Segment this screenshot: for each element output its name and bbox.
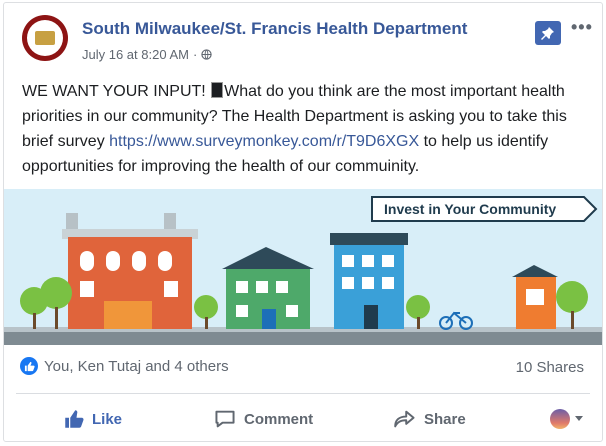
emoji-icon bbox=[211, 82, 224, 98]
more-options-icon[interactable]: ••• bbox=[571, 17, 593, 38]
reaction-selector[interactable] bbox=[550, 409, 584, 429]
action-bar: Like Comment Share bbox=[4, 401, 602, 437]
shares-count[interactable]: 10 Shares bbox=[516, 359, 584, 376]
reactions-summary[interactable]: You, Ken Tutaj and 4 others bbox=[20, 357, 229, 375]
comment-label: Comment bbox=[244, 410, 314, 428]
user-avatar bbox=[550, 409, 570, 429]
like-label: Like bbox=[92, 410, 123, 428]
comment-button[interactable]: Comment bbox=[214, 409, 354, 429]
page-avatar[interactable] bbox=[22, 15, 68, 61]
post-meta: July 16 at 8:20 AM · bbox=[82, 47, 212, 62]
health-department-seal-logo bbox=[27, 20, 63, 56]
like-reaction-icon bbox=[20, 357, 38, 375]
page-name-link[interactable]: South Milwaukee/St. Francis Health Depar… bbox=[82, 19, 467, 39]
survey-link[interactable]: https://www.surveymonkey.com/r/T9D6XGX bbox=[109, 133, 419, 150]
comment-icon bbox=[215, 410, 235, 428]
actions-divider bbox=[16, 393, 590, 394]
reactions-text[interactable]: You, Ken Tutaj and 4 others bbox=[44, 358, 229, 375]
post-image[interactable]: Invest in Your Community bbox=[4, 189, 602, 345]
post-text-intro: WE WANT YOUR INPUT! bbox=[22, 83, 211, 100]
share-arrow-icon bbox=[394, 410, 415, 428]
pin-icon[interactable] bbox=[535, 21, 561, 45]
share-button[interactable]: Share bbox=[394, 409, 524, 429]
meta-separator: · bbox=[192, 47, 198, 62]
chevron-down-icon bbox=[575, 416, 583, 421]
share-label: Share bbox=[424, 410, 466, 428]
globe-icon[interactable] bbox=[201, 49, 212, 60]
post-timestamp[interactable]: July 16 at 8:20 AM bbox=[82, 47, 189, 62]
community-illustration: Invest in Your Community bbox=[4, 189, 602, 345]
post-text: WE WANT YOUR INPUT! What do you think ar… bbox=[22, 79, 592, 179]
thumbs-up-icon bbox=[65, 410, 84, 428]
invest-banner-text: Invest in Your Community bbox=[384, 201, 556, 217]
like-button[interactable]: Like bbox=[64, 409, 214, 429]
post-card: South Milwaukee/St. Francis Health Depar… bbox=[3, 2, 603, 442]
